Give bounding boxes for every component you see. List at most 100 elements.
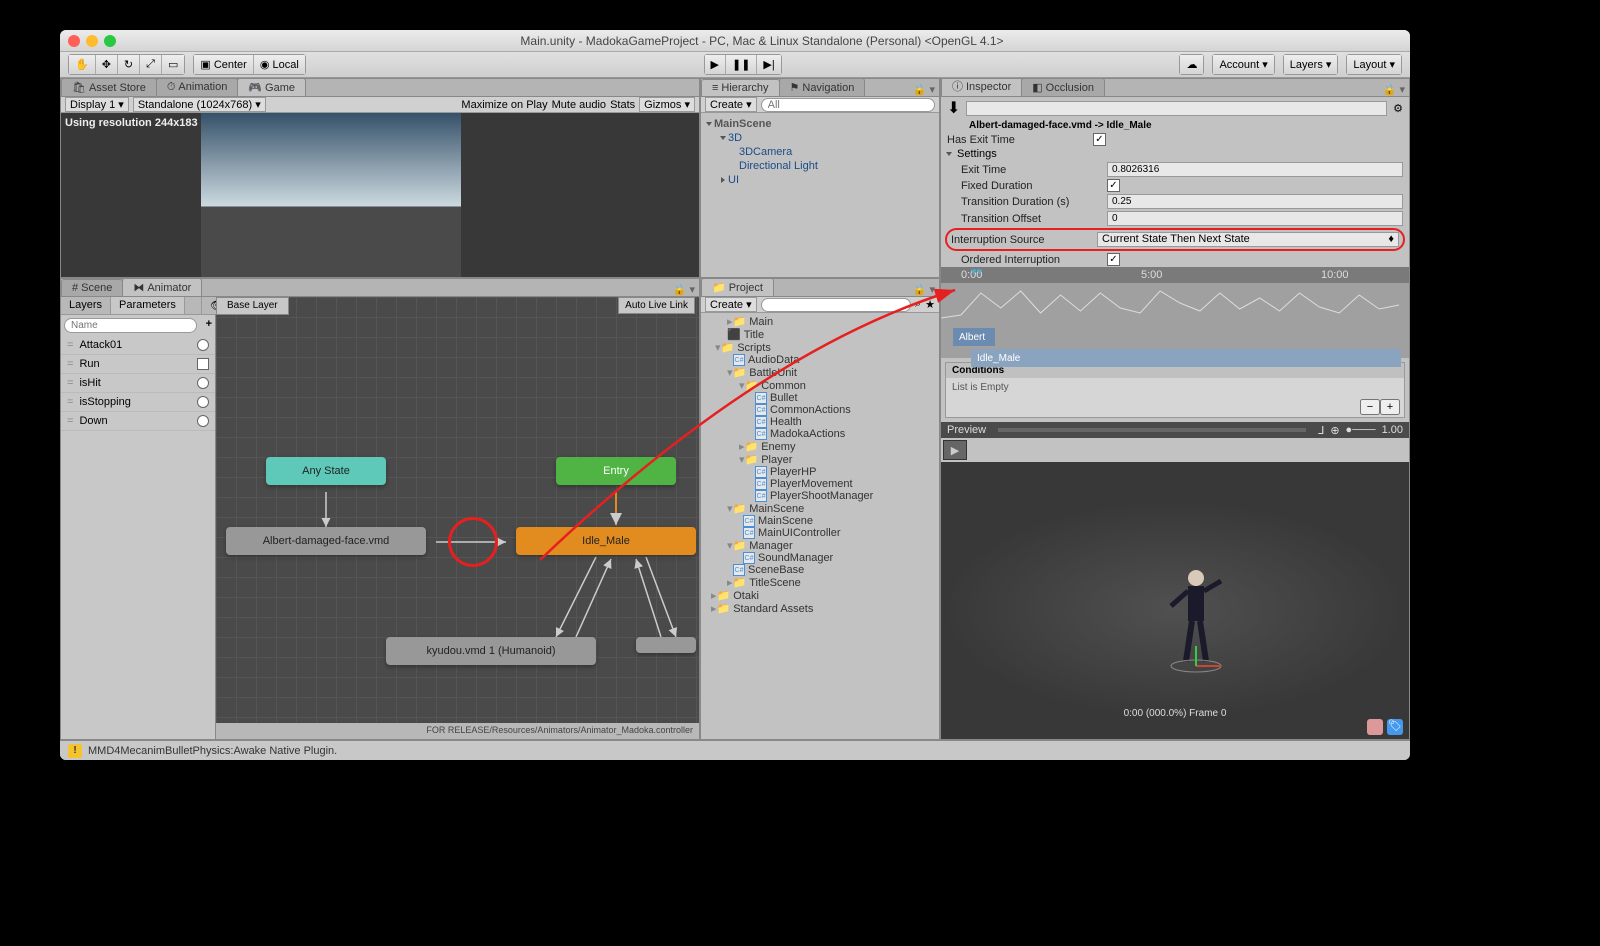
remove-condition-button[interactable]: − xyxy=(1360,399,1380,415)
lock-icon[interactable]: 🔒 ▾ xyxy=(1379,83,1409,96)
clip-source[interactable]: Albert xyxy=(953,328,995,346)
hierarchy-item[interactable]: Directional Light xyxy=(703,159,937,173)
project-item[interactable]: ▾📁Player xyxy=(703,453,937,466)
lock-icon[interactable]: 🔒 ▾ xyxy=(909,283,939,296)
project-item[interactable]: ▸📁Otaki xyxy=(703,589,937,602)
stats-toggle[interactable]: Stats xyxy=(610,99,635,111)
project-item[interactable]: ▾📁MainScene xyxy=(703,502,937,515)
maximize-icon[interactable] xyxy=(104,35,116,47)
avatar-icon[interactable] xyxy=(1367,719,1383,735)
add-parameter-button[interactable]: + xyxy=(203,318,212,330)
transition-offset-field[interactable] xyxy=(1107,211,1403,226)
pivot-local-button[interactable]: ◉ Local xyxy=(254,55,305,74)
tab-project[interactable]: 📁Project xyxy=(701,278,774,296)
state-node-kyudou[interactable]: kyudou.vmd 1 (Humanoid) xyxy=(386,637,596,665)
tag-icon[interactable]: 🏷 xyxy=(1387,719,1403,735)
tab-asset-store[interactable]: 🛍Asset Store xyxy=(61,78,157,96)
hierarchy-search[interactable] xyxy=(761,98,935,112)
animator-graph[interactable]: Base Layer Auto Live Link Any State Entr… xyxy=(216,297,699,739)
transition-graph[interactable]: Albert Idle_Male xyxy=(941,283,1409,358)
tab-occlusion[interactable]: ◧Occlusion xyxy=(1021,78,1105,96)
create-dropdown[interactable]: Create ▾ xyxy=(705,97,757,112)
rotate-tool-button[interactable]: ↻ xyxy=(118,55,140,74)
project-item[interactable]: C#AudioData xyxy=(703,354,937,366)
max-on-play-toggle[interactable]: Maximize on Play xyxy=(461,99,547,111)
project-item[interactable]: C#SceneBase xyxy=(703,564,937,576)
project-item[interactable]: ▾📁BattleUnit xyxy=(703,366,937,379)
preview-play-button[interactable]: ▶ xyxy=(943,440,967,460)
timeline-ruler[interactable]: 0:00 5:00 10:00 ▾▾ xyxy=(941,267,1409,283)
lock-icon[interactable]: 🔒 ▾ xyxy=(669,283,699,296)
project-item[interactable]: ▸📁Enemy xyxy=(703,440,937,453)
pivot-center-button[interactable]: ▣ Center xyxy=(194,55,253,74)
interruption-source-dropdown[interactable]: Current State Then Next State♦ xyxy=(1097,232,1399,247)
favorite-icon[interactable]: ★ xyxy=(925,298,935,311)
tab-inspector[interactable]: ⓘInspector xyxy=(941,78,1022,96)
tab-animator[interactable]: ⧓Animator xyxy=(122,278,202,296)
settings-foldout[interactable]: Settings xyxy=(957,148,997,160)
lock-icon[interactable]: 🔒 ▾ xyxy=(909,83,939,96)
project-item[interactable]: C#Health xyxy=(703,416,937,428)
account-dropdown[interactable]: Account ▾ xyxy=(1213,55,1273,74)
minimize-icon[interactable] xyxy=(86,35,98,47)
entry-node[interactable]: Entry xyxy=(556,457,676,485)
layout-dropdown[interactable]: Layout ▾ xyxy=(1347,55,1401,74)
parameter-row[interactable]: =Down xyxy=(61,412,215,431)
aspect-dropdown[interactable]: Standalone (1024x768) ▾ xyxy=(133,97,266,112)
layers-tab[interactable]: Layers xyxy=(61,297,111,314)
project-item[interactable]: ▸📁Standard Assets xyxy=(703,602,937,615)
breadcrumb[interactable]: Base Layer xyxy=(216,297,289,315)
project-search[interactable] xyxy=(761,298,911,312)
project-item[interactable]: C#MainUIController xyxy=(703,527,937,539)
state-node-partial[interactable] xyxy=(636,637,696,653)
layers-dropdown[interactable]: Layers ▾ xyxy=(1284,55,1338,74)
close-icon[interactable] xyxy=(68,35,80,47)
tab-scene[interactable]: #Scene xyxy=(61,279,123,296)
project-item[interactable]: ▾📁Manager xyxy=(703,539,937,552)
project-item[interactable]: ▾📁Scripts xyxy=(703,341,937,354)
project-item[interactable]: ▸📁TitleScene xyxy=(703,576,937,589)
tab-hierarchy[interactable]: ≡Hierarchy xyxy=(701,79,780,96)
parameter-search[interactable] xyxy=(64,318,197,333)
hierarchy-item[interactable]: 3D xyxy=(703,131,937,145)
project-create-dropdown[interactable]: Create ▾ xyxy=(705,297,757,312)
cloud-button[interactable]: ☁ xyxy=(1180,55,1203,74)
hand-tool-button[interactable]: ✋ xyxy=(69,55,96,74)
tab-navigation[interactable]: ⚑Navigation xyxy=(779,78,866,96)
has-exit-time-checkbox[interactable] xyxy=(1093,133,1106,146)
pivot-icon[interactable]: ⊕ xyxy=(1330,424,1339,437)
parameter-row[interactable]: =isHit xyxy=(61,374,215,393)
gear-icon[interactable]: ⚙ xyxy=(1393,102,1403,115)
tab-game[interactable]: 🎮Game xyxy=(237,78,306,96)
project-item[interactable]: C#Bullet xyxy=(703,392,937,404)
rect-tool-button[interactable]: ▭ xyxy=(162,55,184,74)
ik-icon[interactable]: ⅃ xyxy=(1318,424,1324,437)
project-item[interactable]: C#PlayerMovement xyxy=(703,478,937,490)
project-item[interactable]: C#MainScene xyxy=(703,515,937,527)
gizmos-dropdown[interactable]: Gizmos ▾ xyxy=(639,97,695,112)
transition-name-field[interactable] xyxy=(966,101,1387,116)
play-button[interactable]: ▶ xyxy=(705,55,726,74)
hierarchy-item[interactable]: UI xyxy=(703,173,937,187)
move-tool-button[interactable]: ✥ xyxy=(96,55,118,74)
scene-root[interactable]: MainScene xyxy=(703,117,937,131)
step-button[interactable]: ▶| xyxy=(757,55,780,74)
game-viewport[interactable]: Using resolution 244x183 xyxy=(61,113,699,277)
auto-live-link-toggle[interactable]: Auto Live Link xyxy=(618,297,695,314)
project-item[interactable]: C#SoundManager xyxy=(703,552,937,564)
project-item[interactable]: C#CommonActions xyxy=(703,404,937,416)
parameter-row[interactable]: =Attack01 xyxy=(61,336,215,355)
state-node-albert[interactable]: Albert-damaged-face.vmd xyxy=(226,527,426,555)
project-item[interactable]: ▸📁Main xyxy=(703,315,937,328)
tab-animation[interactable]: ⏱Animation xyxy=(156,78,239,96)
scale-tool-button[interactable]: ⤢ xyxy=(140,55,162,74)
parameter-row[interactable]: =Run xyxy=(61,355,215,374)
project-item[interactable]: C#PlayerShootManager xyxy=(703,490,937,502)
ordered-interruption-checkbox[interactable] xyxy=(1107,253,1120,266)
warning-icon[interactable]: ! xyxy=(68,744,82,758)
exit-time-field[interactable] xyxy=(1107,162,1403,177)
project-item[interactable]: C#PlayerHP xyxy=(703,466,937,478)
mute-toggle[interactable]: Mute audio xyxy=(552,99,606,111)
add-condition-button[interactable]: + xyxy=(1380,399,1400,415)
project-item[interactable]: ▾📁Common xyxy=(703,379,937,392)
